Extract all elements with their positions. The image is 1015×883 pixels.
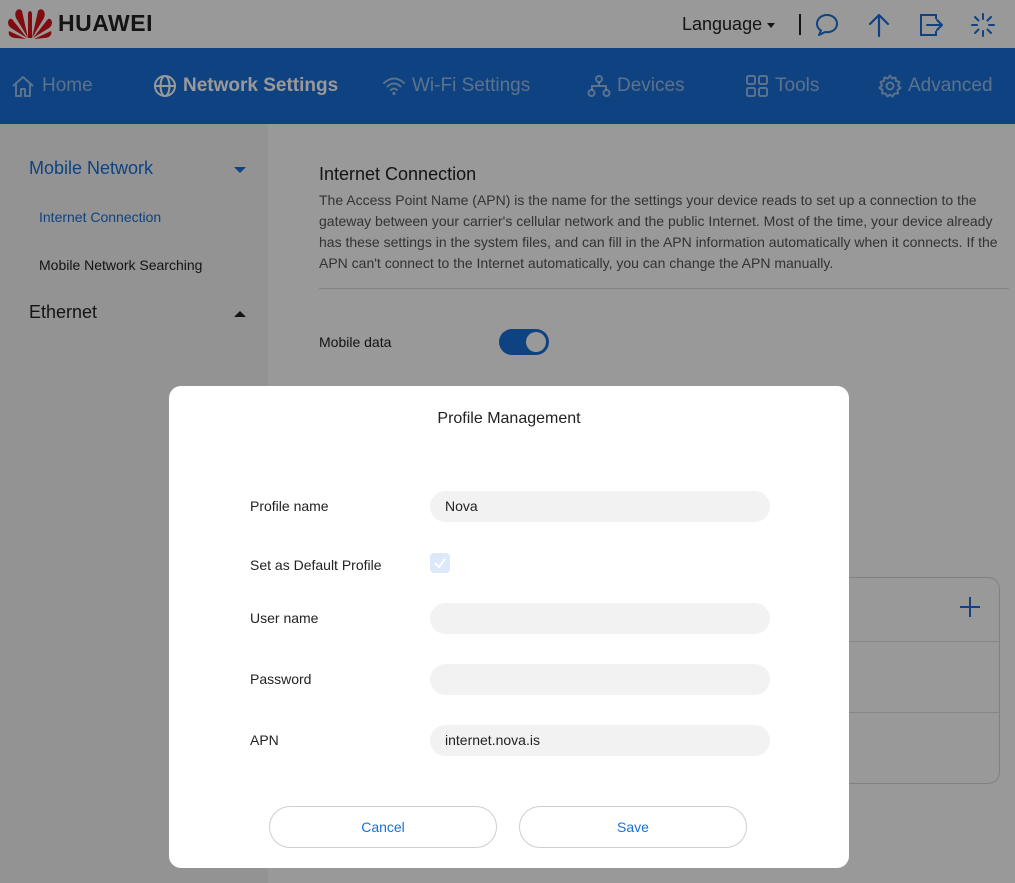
profile-name-label: Profile name [250, 498, 329, 514]
save-button[interactable]: Save [519, 806, 747, 848]
checkmark-icon [434, 558, 446, 569]
default-profile-label: Set as Default Profile [250, 557, 382, 573]
profile-name-input[interactable] [430, 491, 770, 522]
cancel-button[interactable]: Cancel [269, 806, 497, 848]
profile-management-dialog: Profile Management Profile name Set as D… [169, 386, 849, 868]
dialog-title: Profile Management [437, 410, 581, 427]
apn-input[interactable] [430, 725, 770, 756]
default-profile-checkbox[interactable] [430, 553, 450, 573]
username-input[interactable] [430, 603, 770, 634]
username-label: User name [250, 610, 319, 626]
apn-label: APN [250, 732, 279, 748]
password-input[interactable] [430, 664, 770, 695]
password-label: Password [250, 671, 312, 687]
